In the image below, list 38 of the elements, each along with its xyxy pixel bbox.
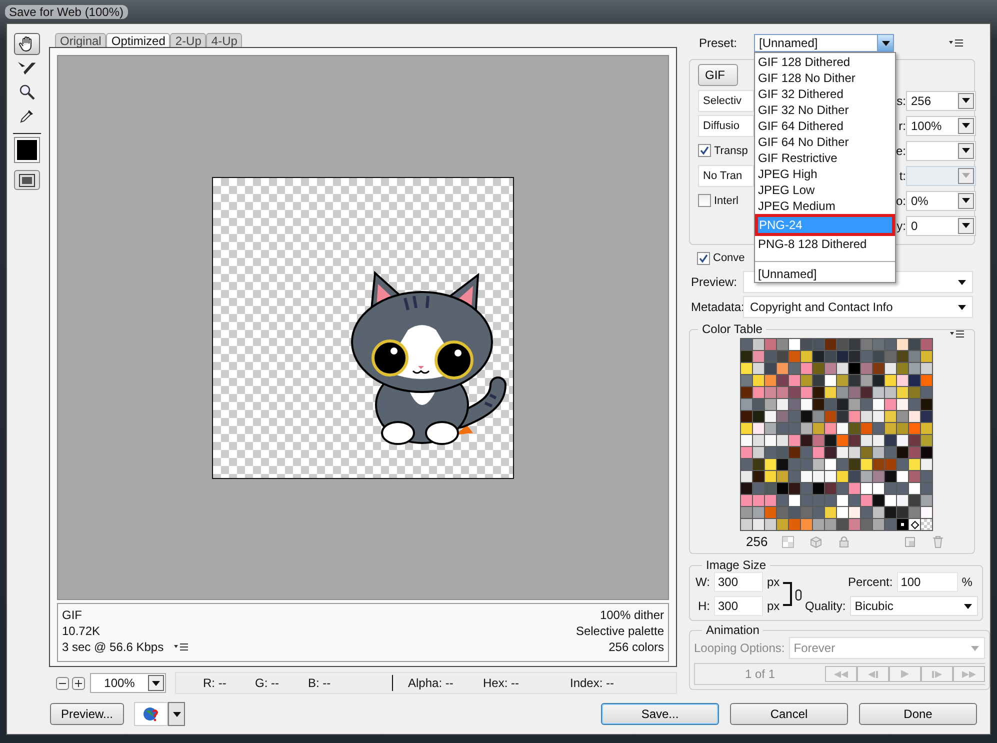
option-label: t: <box>898 168 906 182</box>
pixel-info-text: Hex: -- <box>483 676 519 690</box>
preview-info-text: 100% dither <box>600 607 664 623</box>
preview-info-text: 3 sec @ 56.6 Kbps <box>62 639 164 655</box>
pixel-info-text: G: -- <box>255 676 279 690</box>
option-label: y: <box>896 218 906 232</box>
preview-info-text: GIF <box>62 607 83 623</box>
preview-info-text: Selective palette <box>576 623 664 639</box>
group-title: Animation <box>705 623 760 637</box>
unit-label: px <box>767 575 781 589</box>
checkbox-label: Transp <box>714 144 748 156</box>
frame-counter: 1 of 1 <box>744 667 776 681</box>
color-count: 256 <box>746 534 766 549</box>
window-title: Save for Web (100%) <box>5 4 128 18</box>
option-label: s: <box>896 94 906 108</box>
pixel-info-text: B: -- <box>308 676 331 690</box>
group-title: Color Table <box>701 322 764 336</box>
pixel-info-text: Index: -- <box>570 676 614 690</box>
looping-label: Looping Options: <box>694 641 785 655</box>
group-title: Image Size <box>705 558 768 572</box>
option-label: e: <box>894 144 906 158</box>
checkbox-label: Interl <box>714 194 738 206</box>
metadata-label: Metadata: <box>691 300 743 314</box>
width-label: W: <box>694 575 710 589</box>
unit-label: % <box>962 575 974 589</box>
pixel-info-text: Alpha: -- <box>408 676 454 690</box>
quality-label: Quality: <box>805 599 846 613</box>
preview-info-text: 10.72K <box>62 623 102 639</box>
preview-info-text: 256 colors <box>608 639 664 655</box>
percent-label: Percent: <box>848 575 893 589</box>
option-label: r: <box>898 118 906 132</box>
unit-label: px <box>767 599 781 613</box>
preview-label: Preview: <box>691 275 738 289</box>
checkbox-label: Conve <box>713 252 745 264</box>
preset-label: Preset: <box>699 36 738 50</box>
option-label: o: <box>894 194 906 208</box>
height-label: H: <box>697 599 710 613</box>
pixel-info-text: R: -- <box>203 676 226 690</box>
